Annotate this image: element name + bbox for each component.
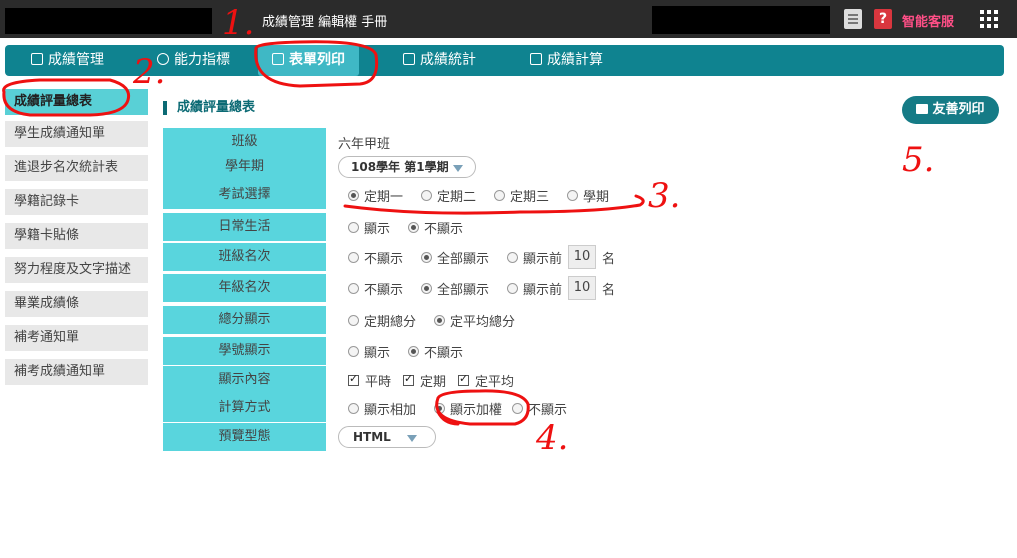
top-bar: 成績管理 編輯權 手冊 ? 智能客服 [0,0,1017,38]
label-exam: 考試選擇 [163,181,326,209]
check-periodic-avg[interactable] [458,372,470,386]
redacted-logo [5,8,212,34]
label-student-no: 學號顯示 [163,337,326,365]
exam-options: 定期一 定期二 定期三 學期 [338,181,617,209]
sidebar-item-graduation[interactable]: 畢業成績條 [5,291,148,317]
doc-icon [31,53,43,65]
preview-select-wrap: HTML [338,423,436,451]
tab-competency[interactable]: 能力指標 [157,45,230,76]
clipboard-icon[interactable] [844,9,862,29]
annotation-2: 2. [133,52,166,92]
term-select[interactable]: 108學年 第1學期 [338,156,476,178]
student-no-options: 顯示 不顯示 [338,337,471,365]
label-calc: 計算方式 [163,394,326,422]
label-content: 顯示內容 [163,366,326,394]
tab-grade-management[interactable]: 成績管理 [31,45,104,76]
radio-exam-term[interactable] [567,189,579,201]
sidebar-item-record-card[interactable]: 學籍記錄卡 [5,189,148,215]
radio-exam-2[interactable] [421,189,433,201]
preview-select[interactable]: HTML [338,426,436,448]
radio-calc-hide[interactable] [512,402,524,414]
annotation-1: 1. [222,3,255,43]
sidebar-item-grade-summary[interactable]: 成績評量總表 [5,89,148,115]
label-preview: 預覽型態 [163,423,326,451]
section-title: 成績評量總表 [163,101,255,115]
annotation-4: 4. [536,418,569,458]
annotation-5: 5. [902,140,935,180]
total-options: 定期總分 定平均總分 [338,306,523,334]
radio-student-no-hide[interactable] [408,345,420,357]
tab-grade-stats[interactable]: 成績統計 [403,45,476,76]
content-checks: 平時 定期 定平均 [338,366,522,394]
sidebar-item-record-sticker[interactable]: 學籍卡貼條 [5,223,148,249]
grade-rank-options: 不顯示 全部顯示 顯示前 10 名 [338,274,615,302]
sidebar-item-makeup-notice[interactable]: 補考通知單 [5,325,148,351]
radio-exam-1[interactable] [348,189,359,201]
annotation-3: 3. [648,176,681,216]
radio-daily-show[interactable] [348,221,359,233]
label-daily: 日常生活 [163,213,326,241]
radio-class-rank-all[interactable] [421,251,433,263]
radio-calc-sum[interactable] [348,402,359,414]
radio-calc-weighted[interactable] [434,402,446,414]
radio-grade-rank-hide[interactable] [348,282,359,294]
help-icon[interactable]: ? [874,9,892,29]
check-periodic[interactable] [403,372,415,386]
tab-grade-calc[interactable]: 成績計算 [530,45,603,76]
radio-total-term[interactable] [348,314,359,326]
check-regular[interactable] [348,372,359,386]
sidebar-item-makeup-grade[interactable]: 補考成績通知單 [5,359,148,385]
apps-grid-icon[interactable] [980,10,998,28]
term-select-wrap: 108學年 第1學期 [338,153,476,181]
label-class: 班級 [163,128,326,156]
label-class-rank: 班級名次 [163,243,326,271]
app-title: 成績管理 編輯權 手冊 [262,15,388,30]
class-rank-top-input[interactable]: 10 [568,245,597,269]
radio-daily-hide[interactable] [408,221,420,233]
radio-exam-3[interactable] [494,189,506,201]
grade-rank-top-input[interactable]: 10 [568,276,597,300]
sidebar-item-rank-progress[interactable]: 進退步名次統計表 [5,155,148,181]
label-grade-rank: 年級名次 [163,274,326,302]
radio-total-avg[interactable] [434,314,446,326]
printer-icon [272,53,284,65]
daily-options: 顯示 不顯示 [338,213,471,241]
radio-class-rank-top[interactable] [507,251,519,263]
radio-student-no-show[interactable] [348,345,359,357]
label-term: 學年期 [163,153,326,181]
smart-service-link[interactable]: 智能客服 [902,11,954,30]
value-class: 六年甲班 [338,136,391,152]
label-total: 總分顯示 [163,306,326,334]
class-rank-options: 不顯示 全部顯示 顯示前 10 名 [338,243,615,271]
friendly-print-button[interactable]: 友善列印 [902,96,999,124]
radio-grade-rank-all[interactable] [421,282,433,294]
radio-grade-rank-top[interactable] [507,282,519,294]
chevron-down-icon [452,165,463,172]
chevron-down-icon [406,435,417,442]
tab-form-print[interactable]: 表單列印 [258,45,359,76]
sidebar-item-grade-notice[interactable]: 學生成績通知單 [5,121,148,147]
redacted-user-info [652,6,830,34]
radio-class-rank-hide[interactable] [348,251,359,263]
sidebar-item-effort-text[interactable]: 努力程度及文字描述 [5,257,148,283]
calculator-icon [530,53,542,65]
printer-icon [916,104,929,114]
book-icon [403,53,415,65]
